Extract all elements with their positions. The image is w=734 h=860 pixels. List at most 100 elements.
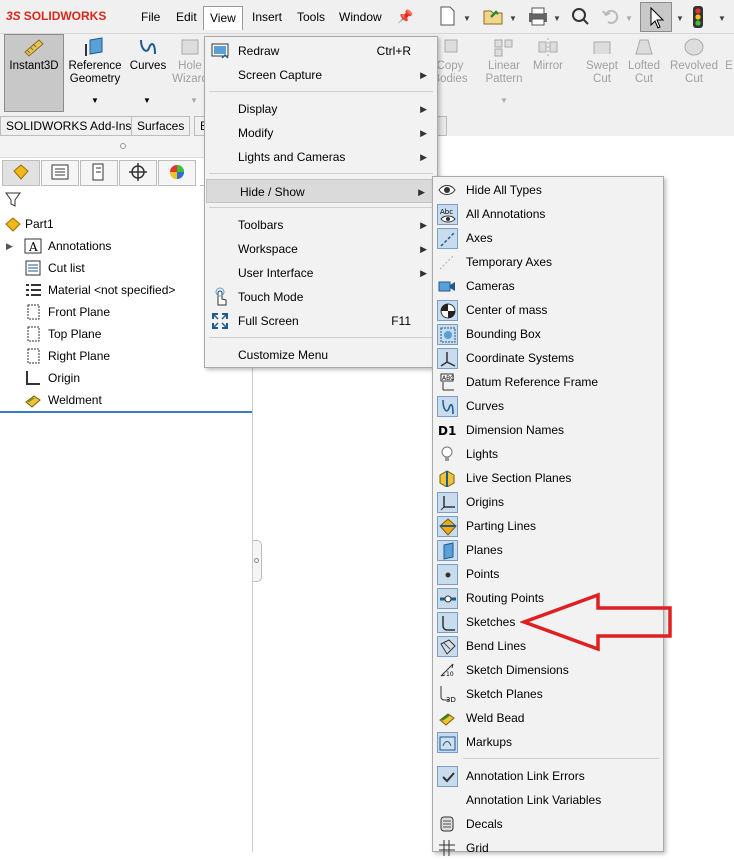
submenu-arrow-icon: ▶ — [420, 244, 427, 254]
tree-item-weldment[interactable]: Weldment — [0, 389, 253, 411]
menu-window[interactable]: Window — [333, 6, 388, 30]
rebuild-traffic-light-icon[interactable] — [690, 5, 706, 29]
menu-item-label: Lights and Cameras — [238, 150, 346, 164]
hide-show-item-annotation-link-errors[interactable]: Annotation Link Errors — [433, 764, 663, 788]
hide-show-submenu: Hide All Types Abc All Annotations Axes Temp… — [432, 176, 664, 856]
hide-show-item-sketch-planes[interactable]: 3D Sketch Planes — [433, 682, 663, 706]
tab-surfaces[interactable]: Surfaces — [131, 116, 191, 136]
hide-show-item-points[interactable]: Points — [433, 562, 663, 586]
instant3d-button[interactable]: Instant3D — [6, 36, 62, 73]
hide-show-item-weld-bead[interactable]: Weld Bead — [433, 706, 663, 730]
mirror-button[interactable]: Mirror — [528, 36, 568, 73]
hole-wizard-icon — [177, 36, 203, 58]
tab-display-manager[interactable] — [158, 160, 196, 186]
view-menu-item-screen-capture[interactable]: Screen Capture ▶ — [205, 63, 437, 87]
hide-show-item-bounding-box[interactable]: Bounding Box — [433, 322, 663, 346]
reference-geometry-button[interactable]: Reference Geometry — [66, 36, 124, 86]
hide-show-item-markups[interactable]: Markups — [433, 730, 663, 754]
lofted-cut-button[interactable]: Lofted Cut — [624, 36, 664, 86]
menu-item-label: Full Screen — [238, 314, 299, 328]
linear-pattern-label: Linear Pattern — [485, 60, 523, 85]
hide-show-item-live-section-planes[interactable]: Live Section Planes — [433, 466, 663, 490]
hide-show-item-coordinate-systems[interactable]: Coordinate Systems — [433, 346, 663, 370]
swept-cut-button[interactable]: Swept Cut — [582, 36, 622, 86]
hide-show-item-cameras[interactable]: Cameras — [433, 274, 663, 298]
new-document-icon[interactable] — [436, 5, 460, 29]
hide-show-item-parting-lines[interactable]: Parting Lines — [433, 514, 663, 538]
hide-show-item-center-of-mass[interactable]: Center of mass — [433, 298, 663, 322]
search-icon[interactable] — [569, 5, 593, 29]
view-menu-item-touch-mode[interactable]: Touch Mode — [205, 285, 437, 309]
menu-file[interactable]: File — [135, 6, 166, 30]
hide-show-item-datum-reference-frame[interactable]: ABC Datum Reference Frame — [433, 370, 663, 394]
print-icon[interactable] — [526, 5, 550, 29]
menu-item-label: Hide / Show — [240, 185, 305, 199]
hide-show-item-sketch-dimensions[interactable]: 10 Sketch Dimensions — [433, 658, 663, 682]
menu-insert[interactable]: Insert — [246, 6, 288, 30]
view-menu-item-modify[interactable]: Modify ▶ — [205, 121, 437, 145]
hole-wizard-button[interactable]: Hole Wizard — [172, 36, 208, 86]
tree-item-origin[interactable]: Origin — [0, 367, 253, 389]
tab-dimxpert-manager[interactable] — [119, 160, 157, 186]
hide-show-item-grid[interactable]: Grid — [433, 836, 663, 860]
tab-solidworks-add-ins[interactable]: SOLIDWORKS Add-Ins — [0, 116, 138, 136]
hide-show-item-hide-all-types[interactable]: Hide All Types — [433, 178, 663, 202]
filter-icon[interactable] — [4, 190, 22, 211]
open-dropdown-icon[interactable]: ▼ — [509, 14, 517, 23]
tab-configuration-manager[interactable] — [80, 160, 118, 186]
solidworks-logo[interactable]: 3S SOLIDWORKS — [6, 9, 106, 23]
curves-dropdown-icon[interactable]: ▼ — [143, 96, 151, 105]
reference-geometry-icon — [82, 36, 108, 58]
new-dropdown-icon[interactable]: ▼ — [463, 14, 471, 23]
reference-geometry-dropdown-icon[interactable]: ▼ — [91, 96, 99, 105]
menu-item-label: Bend Lines — [466, 639, 527, 653]
menu-tools[interactable]: Tools — [291, 6, 331, 30]
view-menu-item-hide-show[interactable]: Hide / Show ▶ — [206, 179, 436, 203]
more-commands-clipped[interactable]: E — [724, 36, 734, 73]
menu-edit[interactable]: Edit — [170, 6, 203, 30]
view-menu-item-display[interactable]: Display ▶ — [205, 97, 437, 121]
hide-show-item-annotation-link-variables[interactable]: Annotation Link Variables — [433, 788, 663, 812]
routing-points-icon — [437, 588, 458, 609]
hide-show-item-origins[interactable]: Origins — [433, 490, 663, 514]
menu-item-label: Screen Capture — [238, 68, 323, 82]
hide-show-item-temporary-axes[interactable]: Temporary Axes — [433, 250, 663, 274]
rebuild-dropdown-icon[interactable]: ▼ — [718, 14, 726, 23]
view-menu-item-customize-menu[interactable]: Customize Menu — [205, 343, 437, 367]
undo-dropdown-icon[interactable]: ▼ — [625, 14, 633, 23]
hide-show-item-planes[interactable]: Planes — [433, 538, 663, 562]
view-menu-item-redraw[interactable]: Redraw Ctrl+R — [205, 39, 437, 63]
submenu-arrow-icon: ▶ — [420, 152, 427, 162]
lights-icon — [437, 444, 458, 465]
sketch-dimensions-icon: 10 — [437, 660, 458, 681]
annotation-arrow — [518, 592, 676, 652]
expand-icon[interactable]: ▶ — [6, 235, 13, 257]
revolved-cut-button[interactable]: Revolved Cut — [668, 36, 720, 86]
tab-feature-manager[interactable] — [2, 160, 40, 186]
hide-show-item-curves[interactable]: Curves — [433, 394, 663, 418]
hide-show-item-lights[interactable]: Lights — [433, 442, 663, 466]
open-document-icon[interactable] — [481, 5, 505, 29]
curves-button[interactable]: Curves — [128, 36, 168, 73]
view-menu-item-lights-and-cameras[interactable]: Lights and Cameras ▶ — [205, 145, 437, 169]
panel-collapse-handle[interactable] — [253, 540, 262, 582]
hide-show-item-dimension-names[interactable]: D1 Dimension Names — [433, 418, 663, 442]
eye-icon — [437, 180, 458, 201]
hide-show-item-decals[interactable]: Decals — [433, 812, 663, 836]
view-menu-item-user-interface[interactable]: User Interface ▶ — [205, 261, 437, 285]
undo-icon[interactable] — [600, 5, 624, 29]
hide-show-item-all-annotations[interactable]: Abc All Annotations — [433, 202, 663, 226]
select-tool-button[interactable] — [640, 2, 672, 32]
hide-show-item-axes[interactable]: Axes — [433, 226, 663, 250]
linear-pattern-dropdown-icon[interactable]: ▼ — [500, 96, 508, 105]
pin-icon[interactable]: 📌 — [397, 9, 413, 25]
print-dropdown-icon[interactable]: ▼ — [553, 14, 561, 23]
tab-property-manager[interactable] — [41, 160, 79, 186]
view-menu-item-workspace[interactable]: Workspace ▶ — [205, 237, 437, 261]
view-menu-item-toolbars[interactable]: Toolbars ▶ — [205, 213, 437, 237]
view-menu-item-full-screen[interactable]: Full Screen F11 — [205, 309, 437, 333]
hole-wizard-dropdown-icon[interactable]: ▼ — [190, 96, 198, 105]
menu-view[interactable]: View — [203, 6, 243, 30]
linear-pattern-button[interactable]: Linear Pattern — [482, 36, 526, 86]
select-dropdown-icon[interactable]: ▼ — [676, 14, 684, 23]
